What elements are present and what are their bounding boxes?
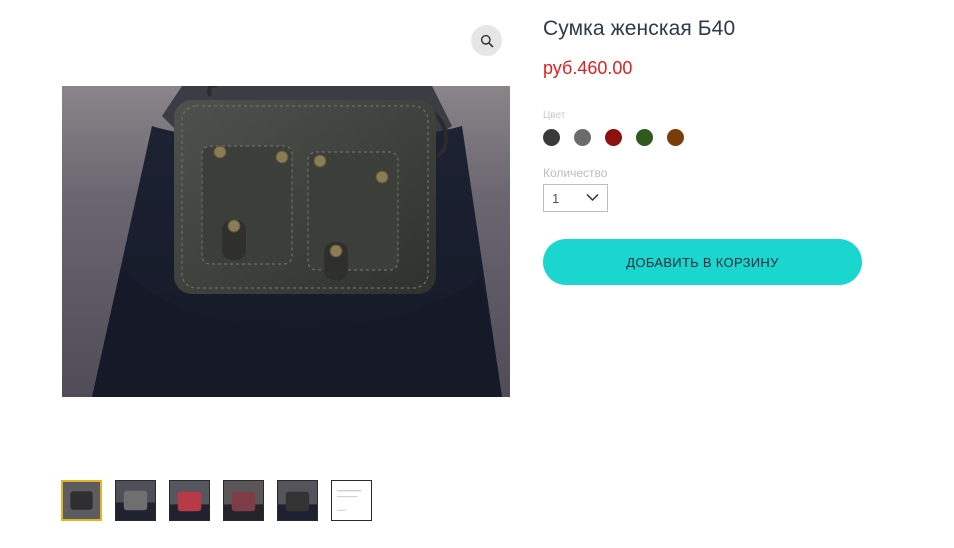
thumbnail[interactable] bbox=[331, 480, 372, 521]
color-swatch-green[interactable] bbox=[636, 129, 653, 146]
thumbnail[interactable] bbox=[277, 480, 318, 521]
zoom-button[interactable] bbox=[471, 25, 502, 56]
thumbnail-image bbox=[278, 481, 317, 520]
quantity-label: Количество bbox=[543, 166, 608, 180]
main-product-image[interactable] bbox=[62, 86, 510, 397]
thumbnail[interactable] bbox=[115, 480, 156, 521]
color-swatch-brown[interactable] bbox=[667, 129, 684, 146]
color-label: Цвет bbox=[543, 110, 566, 121]
chevron-down-icon bbox=[586, 193, 599, 202]
thumbnail[interactable] bbox=[61, 480, 102, 521]
quantity-select[interactable]: 1 bbox=[543, 184, 608, 212]
product-title: Сумка женская Б40 bbox=[543, 17, 736, 40]
thumbnail-image bbox=[116, 481, 155, 520]
thumbnail-image bbox=[332, 481, 371, 520]
thumbnail-image bbox=[170, 481, 209, 520]
add-to-cart-button[interactable]: ДОБАВИТЬ В КОРЗИНУ bbox=[543, 239, 862, 285]
product-price: руб.460.00 bbox=[543, 58, 633, 78]
thumbnail-image bbox=[63, 482, 100, 519]
color-swatch-red[interactable] bbox=[605, 129, 622, 146]
thumbnail[interactable] bbox=[223, 480, 264, 521]
color-swatch-gray[interactable] bbox=[574, 129, 591, 146]
color-swatch-dark-gray[interactable] bbox=[543, 129, 560, 146]
thumbnail-image bbox=[224, 481, 263, 520]
thumbnail[interactable] bbox=[169, 480, 210, 521]
quantity-value: 1 bbox=[552, 191, 560, 206]
magnifier-icon bbox=[480, 34, 493, 47]
